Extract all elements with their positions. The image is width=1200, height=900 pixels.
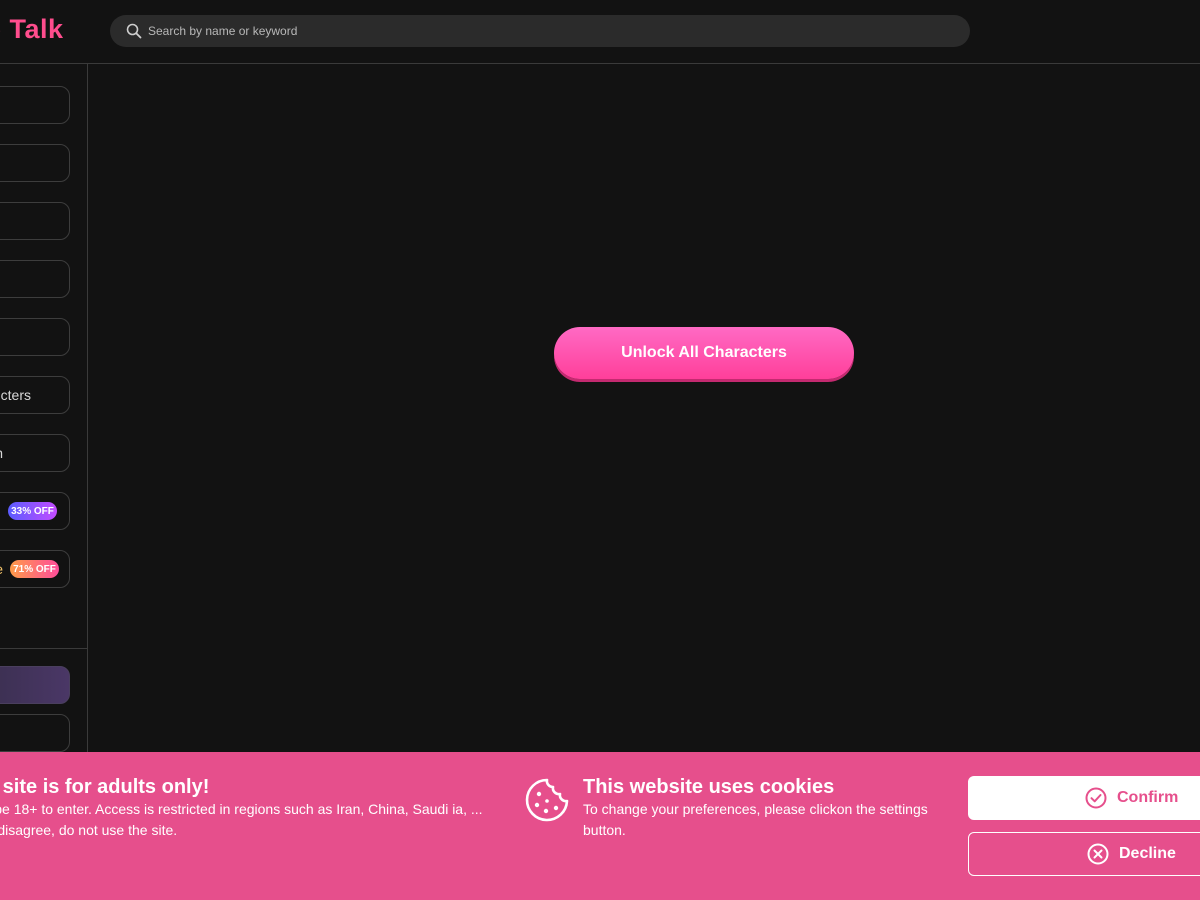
sidebar-item-3[interactable] (0, 202, 70, 240)
consent-banner: s site is for adults only! must be 18+ t… (0, 752, 1200, 900)
check-circle-icon (1085, 787, 1107, 809)
cookie-icon (524, 777, 570, 823)
sidebar-bottom-item-2[interactable] (0, 714, 70, 752)
adult-warning-text: must be 18+ to enter. Access is restrict… (0, 801, 483, 838)
cookie-title: This website uses cookies (583, 776, 835, 798)
search-bar[interactable]: Search by name or keyword (110, 15, 970, 47)
sidebar-item-characters[interactable]: cters (0, 376, 70, 414)
sidebar-item-1[interactable] (0, 86, 70, 124)
sidebar-item-2[interactable] (0, 144, 70, 182)
sidebar-item-discount-33[interactable]: 33% OFF (0, 492, 70, 530)
search-icon (126, 23, 142, 39)
sidebar-bottom-item-1[interactable] (0, 666, 70, 704)
unlock-all-characters-button[interactable]: Unlock All Characters (554, 327, 854, 379)
confirm-button[interactable]: Confirm (968, 776, 1200, 820)
close-circle-icon (1087, 843, 1109, 865)
sidebar-item-discount-71[interactable]: e 71% OFF (0, 550, 70, 588)
decline-label: Decline (1119, 845, 1176, 862)
decline-button[interactable]: Decline (968, 832, 1200, 876)
site-logo[interactable]: e Talk (0, 14, 64, 45)
sidebar-item-label: e (0, 561, 3, 577)
top-header: e Talk Search by name or keyword (0, 0, 1200, 64)
cookie-text: To change your preferences, please click… (583, 801, 928, 838)
sidebar-item-4[interactable] (0, 260, 70, 298)
discount-badge: 33% OFF (8, 502, 57, 520)
sidebar-item-5[interactable] (0, 318, 70, 356)
sidebar-item-label: n (0, 445, 3, 461)
sidebar-item-label: cters (0, 387, 31, 403)
search-input[interactable]: Search by name or keyword (148, 24, 297, 38)
discount-badge: 71% OFF (10, 560, 59, 578)
adult-warning-title: s site is for adults only! (0, 776, 210, 798)
confirm-label: Confirm (1117, 789, 1179, 806)
sidebar-item-7[interactable]: n (0, 434, 70, 472)
sidebar-divider (0, 648, 88, 649)
